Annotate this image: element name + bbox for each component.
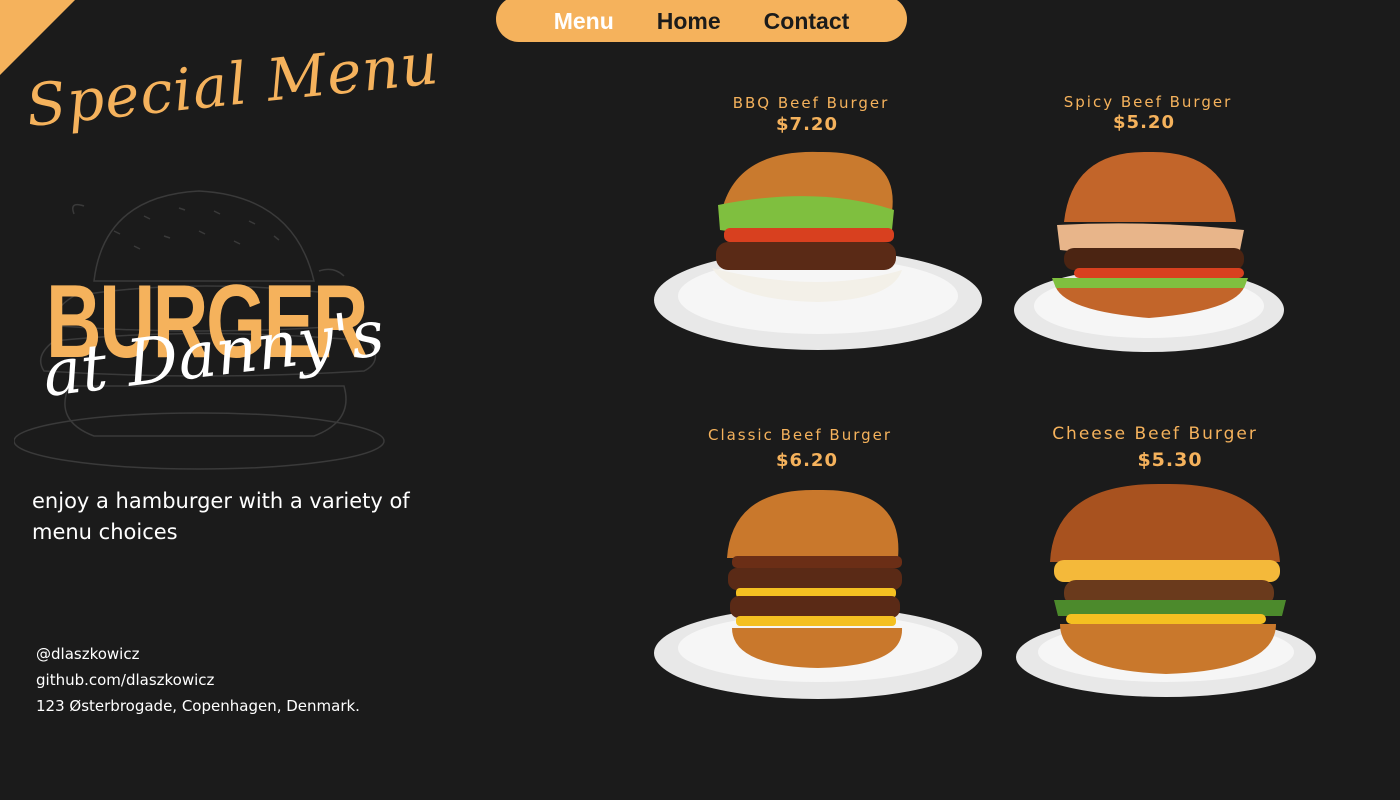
nav-home-link[interactable]: Home	[657, 8, 721, 35]
menu-item-name: BBQ Beef Burger	[732, 94, 890, 112]
menu-item-name: Spicy Beef Burger	[1063, 93, 1233, 111]
menu-item-name: Cheese Beef Burger	[1052, 424, 1258, 444]
tagline: enjoy a hamburger with a variety of menu…	[32, 489, 410, 544]
special-menu-heading: Special Menu	[22, 29, 442, 141]
menu-item-price: $6.20	[776, 450, 838, 471]
burger-photo-icon[interactable]	[652, 150, 984, 360]
corner-accent	[0, 0, 75, 75]
address: 123 Østerbrogade, Copenhagen, Denmark.	[36, 697, 360, 715]
social-handle: @dlaszkowicz	[36, 645, 140, 663]
menu-item-price: $7.20	[776, 114, 838, 135]
menu-item-price: $5.30	[1137, 449, 1203, 471]
menu-item-price: $5.20	[1113, 112, 1175, 133]
top-nav: Menu Home Contact	[496, 0, 907, 42]
menu-item-name: Classic Beef Burger	[707, 426, 893, 444]
burger-photo-icon[interactable]	[1012, 150, 1287, 360]
burger-photo-icon[interactable]	[652, 488, 984, 708]
nav-contact-link[interactable]: Contact	[764, 8, 850, 35]
contact-info: @dlaszkowicz github.com/dlaszkowicz 123 …	[36, 641, 360, 719]
nav-menu-link[interactable]: Menu	[554, 8, 614, 35]
github-link[interactable]: github.com/dlaszkowicz	[36, 667, 360, 693]
burger-photo-icon[interactable]	[1014, 482, 1319, 707]
